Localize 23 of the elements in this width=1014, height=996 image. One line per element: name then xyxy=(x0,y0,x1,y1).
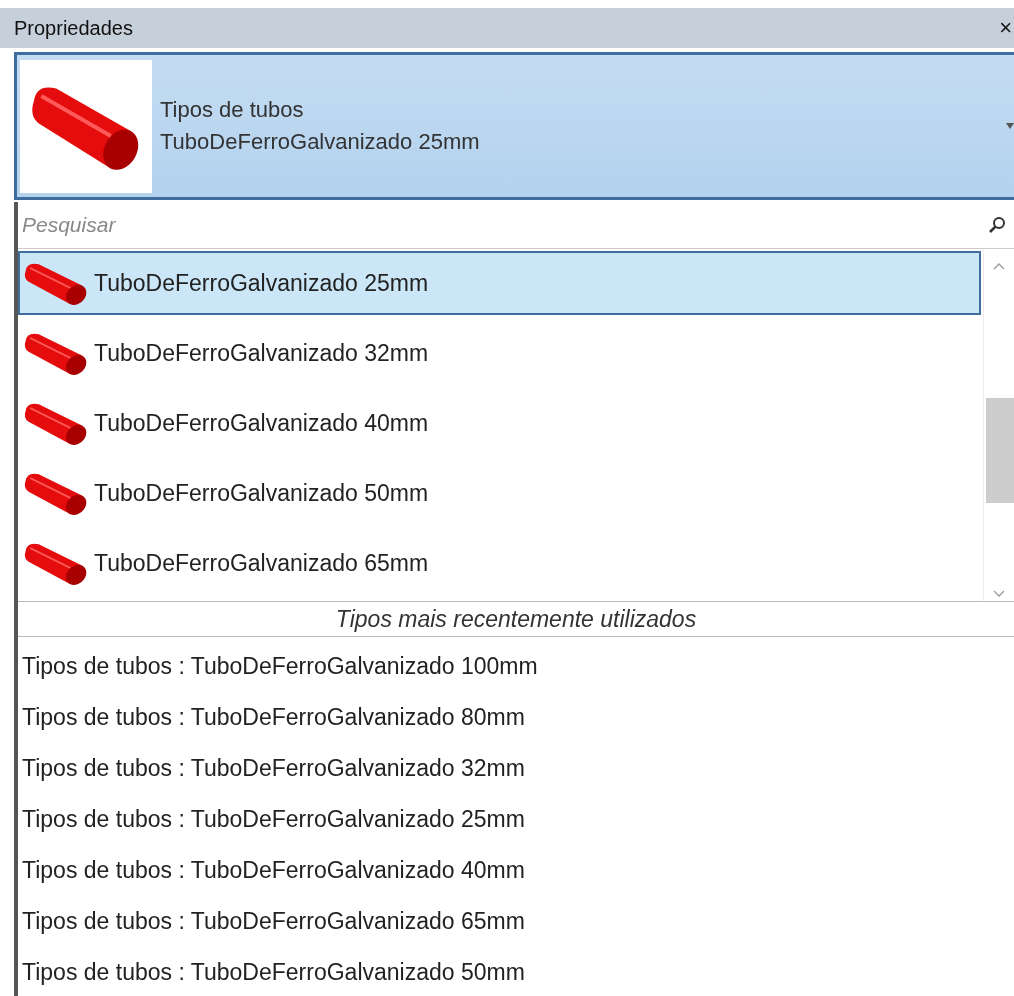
recent-type-item[interactable]: Tipos de tubos : TuboDeFerroGalvanizado 25mm xyxy=(18,794,1014,845)
recent-type-item[interactable]: Tipos de tubos : TuboDeFerroGalvanizado 65mm xyxy=(18,896,1014,947)
dropdown-caret-icon[interactable] xyxy=(1006,123,1014,129)
type-name: TuboDeFerroGalvanizado 25mm xyxy=(160,129,481,155)
search-icon[interactable] xyxy=(988,216,1006,234)
close-button[interactable]: × xyxy=(999,15,1014,41)
recent-type-item[interactable]: Tipos de tubos : TuboDeFerroGalvanizado 100mm xyxy=(18,641,1014,692)
scroll-up-icon[interactable] xyxy=(993,263,1005,270)
scrollbar-thumb[interactable] xyxy=(986,398,1014,503)
scroll-down-icon[interactable] xyxy=(993,590,1005,597)
type-list-item[interactable]: TuboDeFerroGalvanizado 40mm xyxy=(18,391,981,455)
type-list-item[interactable]: TuboDeFerroGalvanizado 32mm xyxy=(18,321,981,385)
recent-type-item[interactable]: Tipos de tubos : TuboDeFerroGalvanizado 50mm xyxy=(18,947,1014,996)
type-category: Tipos de tubos xyxy=(160,97,305,123)
type-list-item[interactable]: TuboDeFerroGalvanizado 25mm xyxy=(18,251,981,315)
panel-title: Propriedades xyxy=(14,16,133,40)
recent-type-item[interactable]: Tipos de tubos : TuboDeFerroGalvanizado 40mm xyxy=(18,845,1014,896)
recent-type-item[interactable]: Tipos de tubos : TuboDeFerroGalvanizado 32mm xyxy=(18,743,1014,794)
type-list-item[interactable]: TuboDeFerroGalvanizado 65mm xyxy=(18,531,981,595)
scrollbar[interactable] xyxy=(983,249,1014,601)
recent-heading: Tipos mais recentemente utilizados xyxy=(18,601,1014,637)
type-list-item[interactable]: TuboDeFerroGalvanizado 50mm xyxy=(18,461,981,525)
recent-type-item[interactable]: Tipos de tubos : TuboDeFerroGalvanizado 80mm xyxy=(18,692,1014,743)
